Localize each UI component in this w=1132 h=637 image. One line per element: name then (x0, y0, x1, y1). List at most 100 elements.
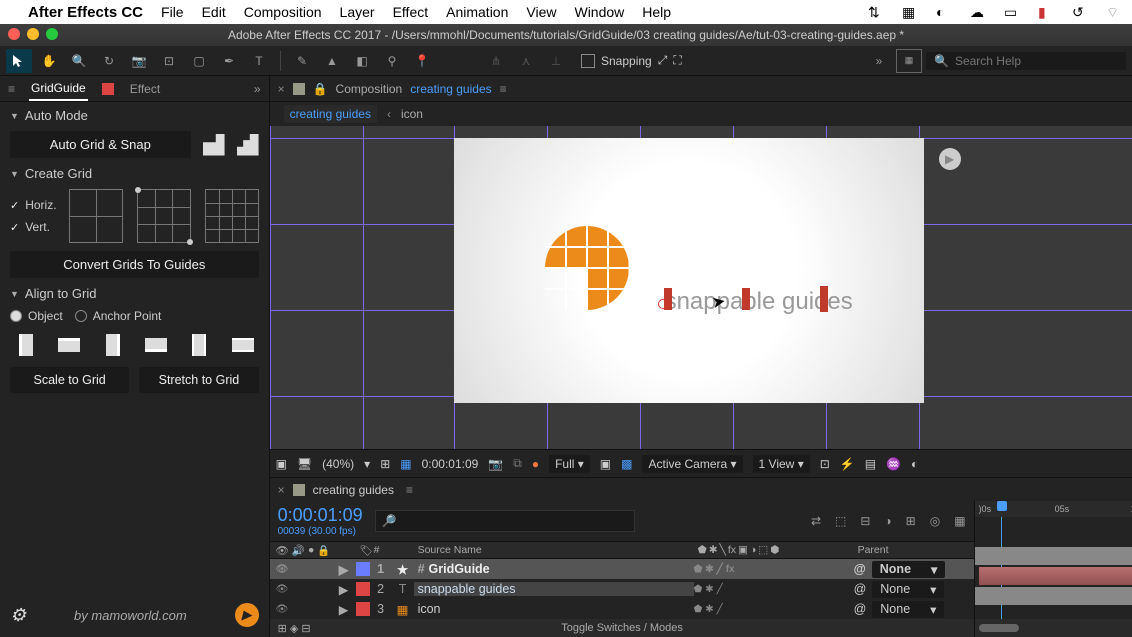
menubar-window-icon[interactable]: ▭ (1004, 4, 1020, 20)
show-channel-icon[interactable]: ⧉ (513, 456, 522, 471)
scale-to-grid-button[interactable]: Scale to Grid (10, 367, 129, 393)
twirl-icon[interactable]: ▶ (332, 582, 356, 597)
help-search-input[interactable] (955, 54, 1118, 68)
align-bottom-icon[interactable] (142, 331, 170, 359)
snap-expand-icon[interactable]: ⤢ (658, 53, 668, 68)
label-col-icon[interactable]: 🏷 (356, 544, 370, 557)
mamoworld-logo-icon[interactable]: ▶ (235, 603, 259, 627)
playhead-handle[interactable] (997, 501, 1007, 511)
layer-row-1[interactable]: 👁 ▶ 1 ★ #GridGuide ⬟✱╱fx @None▾ (270, 559, 974, 579)
motion-blur-icon[interactable]: ◑ (884, 514, 891, 528)
current-time-readout[interactable]: 0:00:01:09 (422, 457, 479, 471)
frame-blend-icon[interactable]: ⊟ (860, 514, 870, 528)
local-axis-icon[interactable]: ⋔ (483, 49, 509, 73)
video-col-icon[interactable]: 👁 (276, 544, 289, 557)
comp-mini-flowchart-icon[interactable]: ⇄ (811, 514, 821, 528)
video-toggle[interactable]: 👁 (276, 604, 289, 615)
layer-bar-2[interactable] (979, 567, 1132, 585)
menu-help[interactable]: Help (642, 4, 671, 20)
brush-tool[interactable]: ✎ (289, 49, 315, 73)
menubar-history-icon[interactable]: ↺ (1072, 4, 1088, 20)
zoom-tool[interactable]: 🔍 (66, 49, 92, 73)
menubar-sync-icon[interactable]: ⇅ (868, 4, 884, 20)
menu-composition[interactable]: Composition (244, 4, 322, 20)
breadcrumb-root[interactable]: creating guides (284, 105, 377, 123)
layer-name[interactable]: icon (418, 602, 441, 616)
icon-layer[interactable] (545, 226, 629, 310)
parent-col[interactable]: Parent (854, 544, 974, 556)
twirl-icon[interactable]: ▶ (332, 602, 356, 617)
timeline-comp-name[interactable]: creating guides (313, 483, 394, 497)
menubar-cc-icon[interactable]: ☁ (970, 4, 986, 20)
view-axis-icon[interactable]: ⊥ (543, 49, 569, 73)
label-color[interactable] (356, 562, 370, 576)
safe-zones-icon[interactable]: ⊞ (380, 457, 390, 471)
time-navigator[interactable] (975, 619, 1132, 637)
pickwhip-icon[interactable]: @ (854, 562, 866, 576)
lock-icon[interactable]: 🔒 (313, 82, 328, 96)
draft-3d-icon[interactable]: ⬚ (835, 514, 846, 528)
solo-col-icon[interactable]: ● (308, 544, 314, 557)
timeline-panel-menu-icon[interactable]: ≡ (406, 483, 413, 497)
layer-row-3[interactable]: 👁 ▶ 3 ▦ icon ⬟✱╱ @None▾ (270, 599, 974, 619)
rectangle-tool[interactable]: ▢ (186, 49, 212, 73)
timecode-readout[interactable]: 0:00:01:09 (278, 505, 363, 526)
world-axis-icon[interactable]: ⋏ (513, 49, 539, 73)
section-align[interactable]: Align to Grid (10, 286, 259, 301)
source-name-col[interactable]: Source Name (414, 544, 694, 556)
resolution-select[interactable]: Full ▾ (549, 455, 590, 473)
parent-select[interactable]: None▾ (872, 561, 946, 578)
eraser-tool[interactable]: ◧ (349, 49, 375, 73)
menubar-bluetooth-icon[interactable]: ⌔ (1106, 4, 1122, 20)
align-right-icon[interactable] (99, 331, 127, 359)
grid-toggle-icon[interactable]: ▦ (400, 457, 411, 471)
composition-name[interactable]: creating guides (410, 82, 491, 96)
exposure-icon[interactable]: ◐ (911, 457, 918, 471)
rotation-tool[interactable]: ↻ (96, 49, 122, 73)
timeline-time-area[interactable]: )0s 05s 10s (974, 501, 1132, 637)
menu-file[interactable]: File (161, 4, 184, 20)
video-toggle[interactable]: 👁 (276, 564, 289, 575)
selection-tool[interactable] (6, 49, 32, 73)
anchor-radio[interactable]: Anchor Point (75, 309, 162, 323)
magnification-icon[interactable]: ▣ (276, 457, 287, 471)
menu-effect[interactable]: Effect (393, 4, 429, 20)
parent-select[interactable]: None▾ (872, 581, 944, 598)
zoom-dropdown-icon[interactable]: ▾ (364, 457, 370, 471)
object-radio[interactable]: Object (10, 309, 63, 323)
pickwhip-icon[interactable]: @ (854, 582, 867, 596)
menu-edit[interactable]: Edit (202, 4, 226, 20)
pickwhip-icon[interactable]: @ (854, 602, 867, 616)
preview-play-icon[interactable]: ▶ (939, 148, 961, 170)
pixel-aspect-icon[interactable]: ⊡ (820, 457, 830, 471)
camera-tool[interactable]: 📷 (126, 49, 152, 73)
composition-viewer[interactable]: ▶ snappable guides ➤ (270, 126, 1132, 449)
color-mgmt-icon[interactable]: ● (532, 457, 539, 471)
convert-grids-button[interactable]: Convert Grids To Guides (10, 251, 259, 278)
help-search[interactable]: 🔍 (926, 52, 1126, 70)
roi-icon[interactable]: ▣ (600, 457, 611, 471)
camera-select[interactable]: Active Camera ▾ (642, 455, 742, 473)
section-create-grid[interactable]: Create Grid (10, 166, 259, 181)
render-queue-icon[interactable]: ▦ (954, 514, 965, 528)
selection-handle-mid[interactable] (742, 288, 750, 310)
timeline-icon[interactable]: ▤ (865, 457, 876, 471)
grid-preset-3[interactable] (205, 189, 259, 243)
layer-name[interactable]: snappable guides (418, 582, 516, 596)
app-name[interactable]: After Effects CC (28, 4, 143, 21)
align-center-v-icon[interactable] (229, 331, 257, 359)
label-color[interactable] (356, 582, 370, 596)
auto-mode-icon-2[interactable] (237, 134, 259, 156)
timeline-search[interactable]: 🔎 (375, 510, 635, 532)
snapping-checkbox[interactable] (581, 54, 595, 68)
breadcrumb-back-icon[interactable]: ‹ (387, 107, 391, 121)
snap-bounds-icon[interactable]: ⛶ (673, 53, 681, 68)
lock-col-icon[interactable]: 🔒 (317, 544, 330, 557)
menu-view[interactable]: View (526, 4, 556, 20)
expand-icon[interactable]: ⊞ ◈ ⊟ (270, 622, 311, 635)
video-toggle[interactable]: 👁 (276, 584, 289, 595)
menu-layer[interactable]: Layer (340, 4, 375, 20)
layer-bar-1[interactable] (975, 547, 1132, 565)
flowchart-icon[interactable]: ♒ (886, 457, 901, 471)
settings-gear-icon[interactable]: ⚙ (10, 605, 26, 626)
